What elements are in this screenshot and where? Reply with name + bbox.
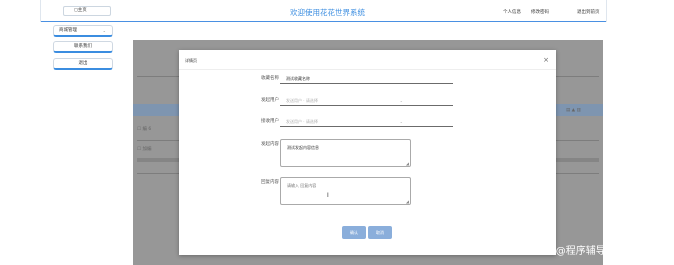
chevron-down-icon: ⌄ — [102, 28, 106, 33]
resize-handle-icon[interactable]: ◢ — [406, 199, 409, 204]
receiver-user-placeholder: 发送用户 · 请选择 — [286, 119, 318, 124]
back-to-front-link[interactable]: 退出到前页 — [577, 9, 600, 15]
dialog-header-divider — [179, 69, 556, 70]
chevron-down-icon: ⌄ — [399, 119, 403, 124]
send-content-label: 发起内容 — [261, 142, 279, 147]
home-tab[interactable]: ◻主页 — [63, 6, 111, 16]
product-name-field[interactable]: 测试收藏名称 — [280, 74, 453, 84]
receiver-user-label: 接收用户 — [261, 119, 279, 124]
sidebar-item-logout[interactable]: 退出 — [53, 58, 113, 70]
header-divider-right — [606, 0, 607, 22]
sidebar-item-label: 联系我们 — [74, 44, 92, 49]
close-icon[interactable]: × — [543, 56, 549, 64]
cancel-button[interactable]: 取消 — [368, 226, 392, 239]
reply-content-label: 回复内容 — [261, 180, 279, 185]
sidebar-item-contact[interactable]: 联系我们 — [53, 41, 113, 53]
dialog-title: 详情页 — [185, 58, 197, 63]
profile-link[interactable]: 个人信息 — [503, 9, 521, 15]
chevron-down-icon: ⌄ — [399, 98, 403, 103]
background-row-2: ☐ 加编 — [137, 147, 152, 152]
change-password-link[interactable]: 修改密码 — [531, 9, 549, 15]
reply-content-textarea[interactable]: 请输入 回复内容 ◢ — [280, 177, 411, 205]
send-content-text: 测试发起内容信息 — [287, 145, 319, 150]
resize-handle-icon[interactable]: ◢ — [406, 161, 409, 166]
header-divider-left — [40, 0, 41, 22]
sidebar-item-label: 退出 — [78, 61, 88, 66]
detail-dialog: 详情页 × 收藏名称 测试收藏名称 发起用户 发送用户 · 请选择 ⌄ 接收用户… — [179, 50, 556, 255]
sender-user-placeholder: 发送用户 · 请选择 — [286, 98, 318, 103]
sidebar-item-label: 商城管理 — [59, 28, 77, 33]
confirm-button[interactable]: 确认 — [342, 226, 366, 239]
sender-user-select[interactable]: 发送用户 · 请选择 ⌄ — [280, 96, 453, 106]
sender-user-label: 发起用户 — [261, 98, 279, 103]
send-content-textarea[interactable]: 测试发起内容信息 ◢ — [280, 139, 411, 167]
text-cursor-icon: I — [327, 192, 329, 199]
watermark: CSDN @程序辅导开发 — [524, 246, 626, 257]
site-title: 欢迎使用花花世界系统 — [290, 8, 365, 17]
background-toolbar-icons: ▤ ▲ ▥ — [566, 108, 581, 113]
sidebar-item-shop[interactable]: 商城管理 ⌄ — [53, 25, 113, 37]
receiver-user-select[interactable]: 发送用户 · 请选择 ⌄ — [280, 117, 453, 127]
reply-content-placeholder: 请输入 回复内容 — [287, 183, 317, 188]
background-row-1: ☐ 编 6 — [137, 127, 152, 132]
product-name-label: 收藏名称 — [261, 76, 279, 81]
